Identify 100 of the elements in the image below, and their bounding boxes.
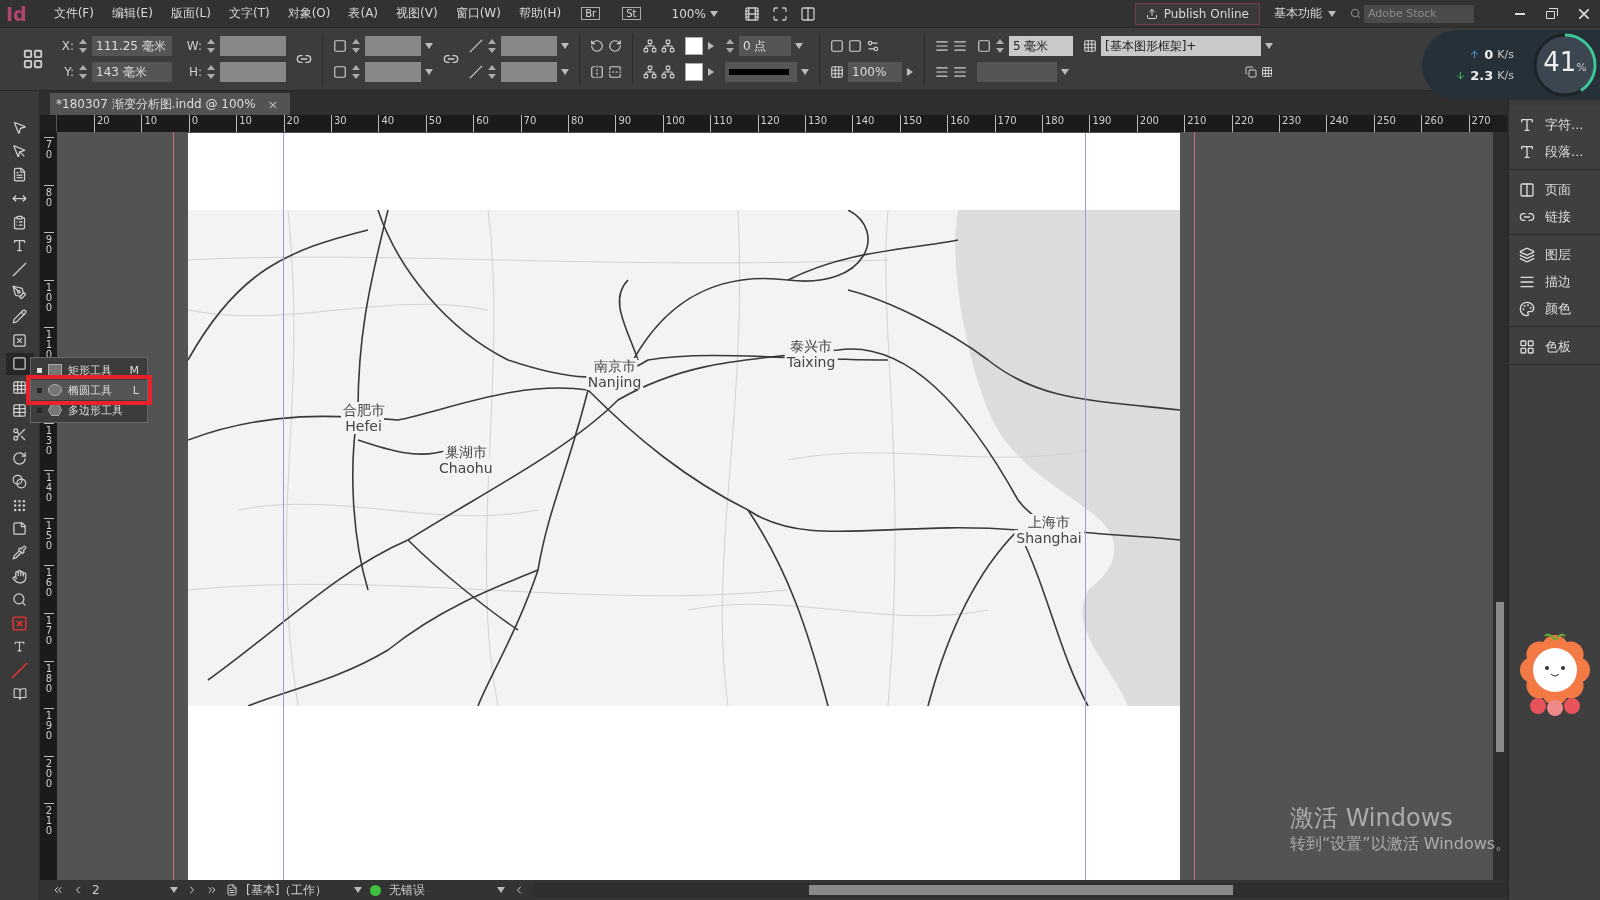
hierarchy-icon xyxy=(643,65,657,79)
bridge-button[interactable]: Br xyxy=(581,7,601,20)
app-logo: Id xyxy=(6,2,27,25)
spinner-icon[interactable] xyxy=(351,37,361,55)
pages-icon xyxy=(1519,181,1535,198)
triangle-down-icon[interactable] xyxy=(170,886,178,894)
object-style-dropdown[interactable]: [基本图形框架]+ xyxy=(1101,36,1261,56)
panel-button[interactable]: 链接 xyxy=(1509,203,1600,230)
menu-item[interactable]: 编辑(E) xyxy=(102,5,162,22)
triangle-down-icon[interactable] xyxy=(425,68,433,76)
vertical-scrollbar[interactable] xyxy=(1493,132,1507,880)
menu-item[interactable]: 对象(O) xyxy=(278,5,340,22)
spinner-icon[interactable] xyxy=(78,37,88,55)
panel-button[interactable]: 字符... xyxy=(1509,111,1600,138)
hexagon-icon xyxy=(48,404,62,416)
spinner-icon[interactable] xyxy=(725,37,735,55)
grid-icon xyxy=(12,403,27,419)
spinner-icon[interactable] xyxy=(995,37,1005,55)
panel-button[interactable]: 段落... xyxy=(1509,138,1600,165)
panel-button[interactable]: 色板 xyxy=(1509,333,1600,360)
coordinate-field[interactable]: 143 毫米 xyxy=(92,62,172,82)
line-icon xyxy=(12,261,27,277)
panel-button[interactable]: 图层 xyxy=(1509,241,1600,268)
angle-field[interactable] xyxy=(501,36,557,56)
coordinate-field[interactable]: 111.25 毫米 xyxy=(92,36,172,56)
stock-search-field[interactable]: Adobe Stock xyxy=(1364,4,1474,23)
document-tab[interactable]: *180307 渐变分析图.indd @ 100% × xyxy=(50,93,291,115)
opacity-field[interactable]: 100% xyxy=(848,62,902,82)
triangle-down-icon[interactable] xyxy=(1061,68,1069,76)
restore-icon[interactable] xyxy=(1546,8,1558,19)
scissors-icon xyxy=(12,427,27,442)
triangle-right-icon[interactable] xyxy=(707,68,715,76)
scale-field[interactable] xyxy=(365,62,421,82)
angle-icon xyxy=(469,39,483,53)
menu-item[interactable]: 版面(L) xyxy=(161,5,220,22)
layers-icon xyxy=(1519,246,1535,263)
close-icon[interactable] xyxy=(1579,8,1589,19)
menu-item[interactable]: 文字(T) xyxy=(219,5,279,22)
panel-label: 页面 xyxy=(1545,180,1571,199)
size-field[interactable] xyxy=(220,62,286,82)
city-label: Chaohu xyxy=(437,460,495,477)
corner-size-field[interactable]: 5 毫米 xyxy=(1009,36,1073,56)
menu-item[interactable]: 帮助(H) xyxy=(509,5,571,22)
menu-item[interactable]: 窗口(W) xyxy=(446,5,510,22)
stroke-weight-field[interactable]: 0 点 xyxy=(739,36,791,56)
spinner-icon[interactable] xyxy=(78,63,88,81)
scale-field[interactable] xyxy=(365,36,421,56)
ellipse-icon xyxy=(48,384,62,396)
view-mode-icon xyxy=(771,5,788,22)
panel-button[interactable]: 页面 xyxy=(1509,176,1600,203)
rectangle-icon xyxy=(48,364,62,376)
triangle-down-icon[interactable] xyxy=(561,42,569,50)
triangle-down-icon[interactable] xyxy=(425,42,433,50)
note-icon xyxy=(12,521,27,537)
workspace-dropdown[interactable]: 基本功能 xyxy=(1274,5,1336,22)
flip-horizontal-icon xyxy=(590,65,604,79)
triangle-right-icon[interactable] xyxy=(707,42,715,50)
minimize-icon[interactable] xyxy=(1515,12,1525,15)
arrange-documents-icon xyxy=(799,5,816,22)
activation-title: 激活 Windows xyxy=(1290,803,1454,834)
stock-button[interactable]: St xyxy=(622,7,641,20)
triangle-down-icon[interactable] xyxy=(497,886,505,894)
eyedropper-icon xyxy=(12,545,27,560)
upload-icon xyxy=(1145,7,1158,20)
city-label: 合肥市 xyxy=(340,402,387,419)
rotate-left-icon xyxy=(590,39,604,53)
rectangle-tool[interactable] xyxy=(5,352,34,375)
angle-field[interactable] xyxy=(501,62,557,82)
hierarchy-icon xyxy=(661,65,675,79)
triangle-down-icon[interactable] xyxy=(1328,9,1336,18)
triangle-down-icon[interactable] xyxy=(561,68,569,76)
triangle-down-icon[interactable] xyxy=(801,68,809,76)
menu-item[interactable]: 视图(V) xyxy=(387,5,447,22)
triangle-down-icon[interactable] xyxy=(795,42,803,50)
triangle-right-icon[interactable] xyxy=(906,68,914,76)
menu-item[interactable]: 文件(F) xyxy=(44,5,103,22)
menu-item[interactable]: 表(A) xyxy=(339,5,388,22)
zoom-dropdown[interactable]: 100% xyxy=(671,6,718,21)
panel-button[interactable]: 颜色 xyxy=(1509,295,1600,322)
size-field[interactable] xyxy=(220,36,286,56)
page-number-field[interactable]: 2 xyxy=(92,883,162,897)
panel-button[interactable]: 描边 xyxy=(1509,268,1600,295)
effects-icon xyxy=(866,39,880,53)
spinner-icon[interactable] xyxy=(487,37,497,55)
stroke-swatch[interactable] xyxy=(685,63,703,81)
triangle-down-icon[interactable] xyxy=(1265,42,1273,50)
spinner-icon[interactable] xyxy=(206,63,216,81)
panel-label: 段落... xyxy=(1545,142,1584,161)
spinner-icon[interactable] xyxy=(206,37,216,55)
publish-online-button[interactable]: Publish Online xyxy=(1134,2,1260,25)
horizontal-scrollbar[interactable] xyxy=(533,883,1507,897)
triangle-down-icon[interactable] xyxy=(354,886,362,894)
tab-close-button[interactable]: × xyxy=(267,96,279,112)
spinner-icon[interactable] xyxy=(487,63,497,81)
stroke-type-dropdown[interactable] xyxy=(725,62,797,82)
wrap-icon xyxy=(935,39,949,53)
spinner-icon[interactable] xyxy=(351,63,361,81)
triangle-down-icon[interactable] xyxy=(709,9,718,18)
upload-speed: 0 K/s xyxy=(1436,47,1514,62)
fill-swatch[interactable] xyxy=(685,37,703,55)
